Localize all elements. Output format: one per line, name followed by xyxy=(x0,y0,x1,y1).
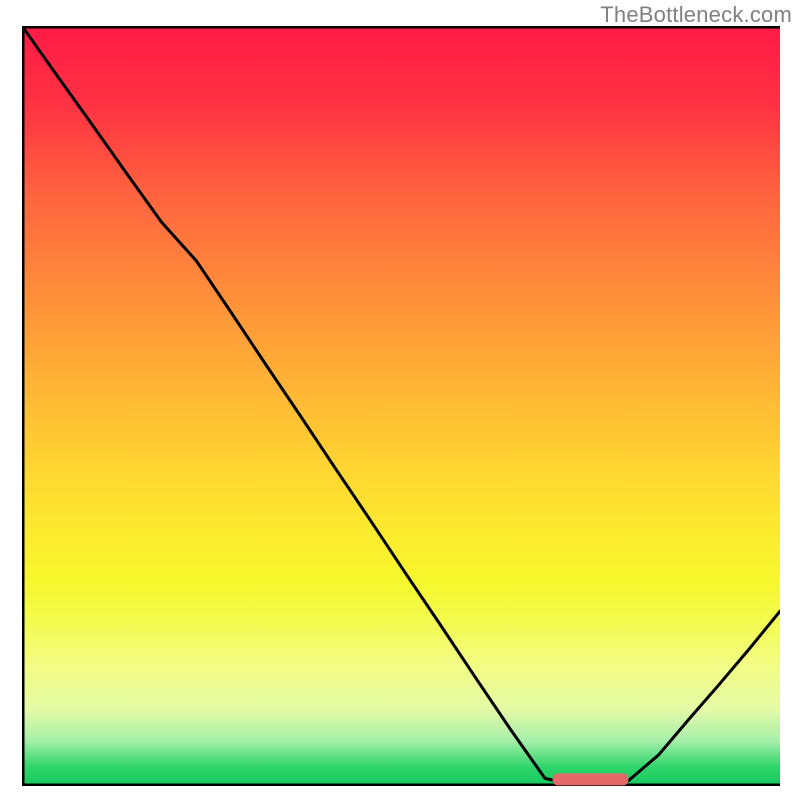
chart-svg xyxy=(22,26,780,786)
gradient-background xyxy=(22,26,780,786)
optimal-range-marker xyxy=(553,773,629,785)
attribution-text: TheBottleneck.com xyxy=(600,2,792,28)
bottleneck-chart xyxy=(22,26,780,786)
